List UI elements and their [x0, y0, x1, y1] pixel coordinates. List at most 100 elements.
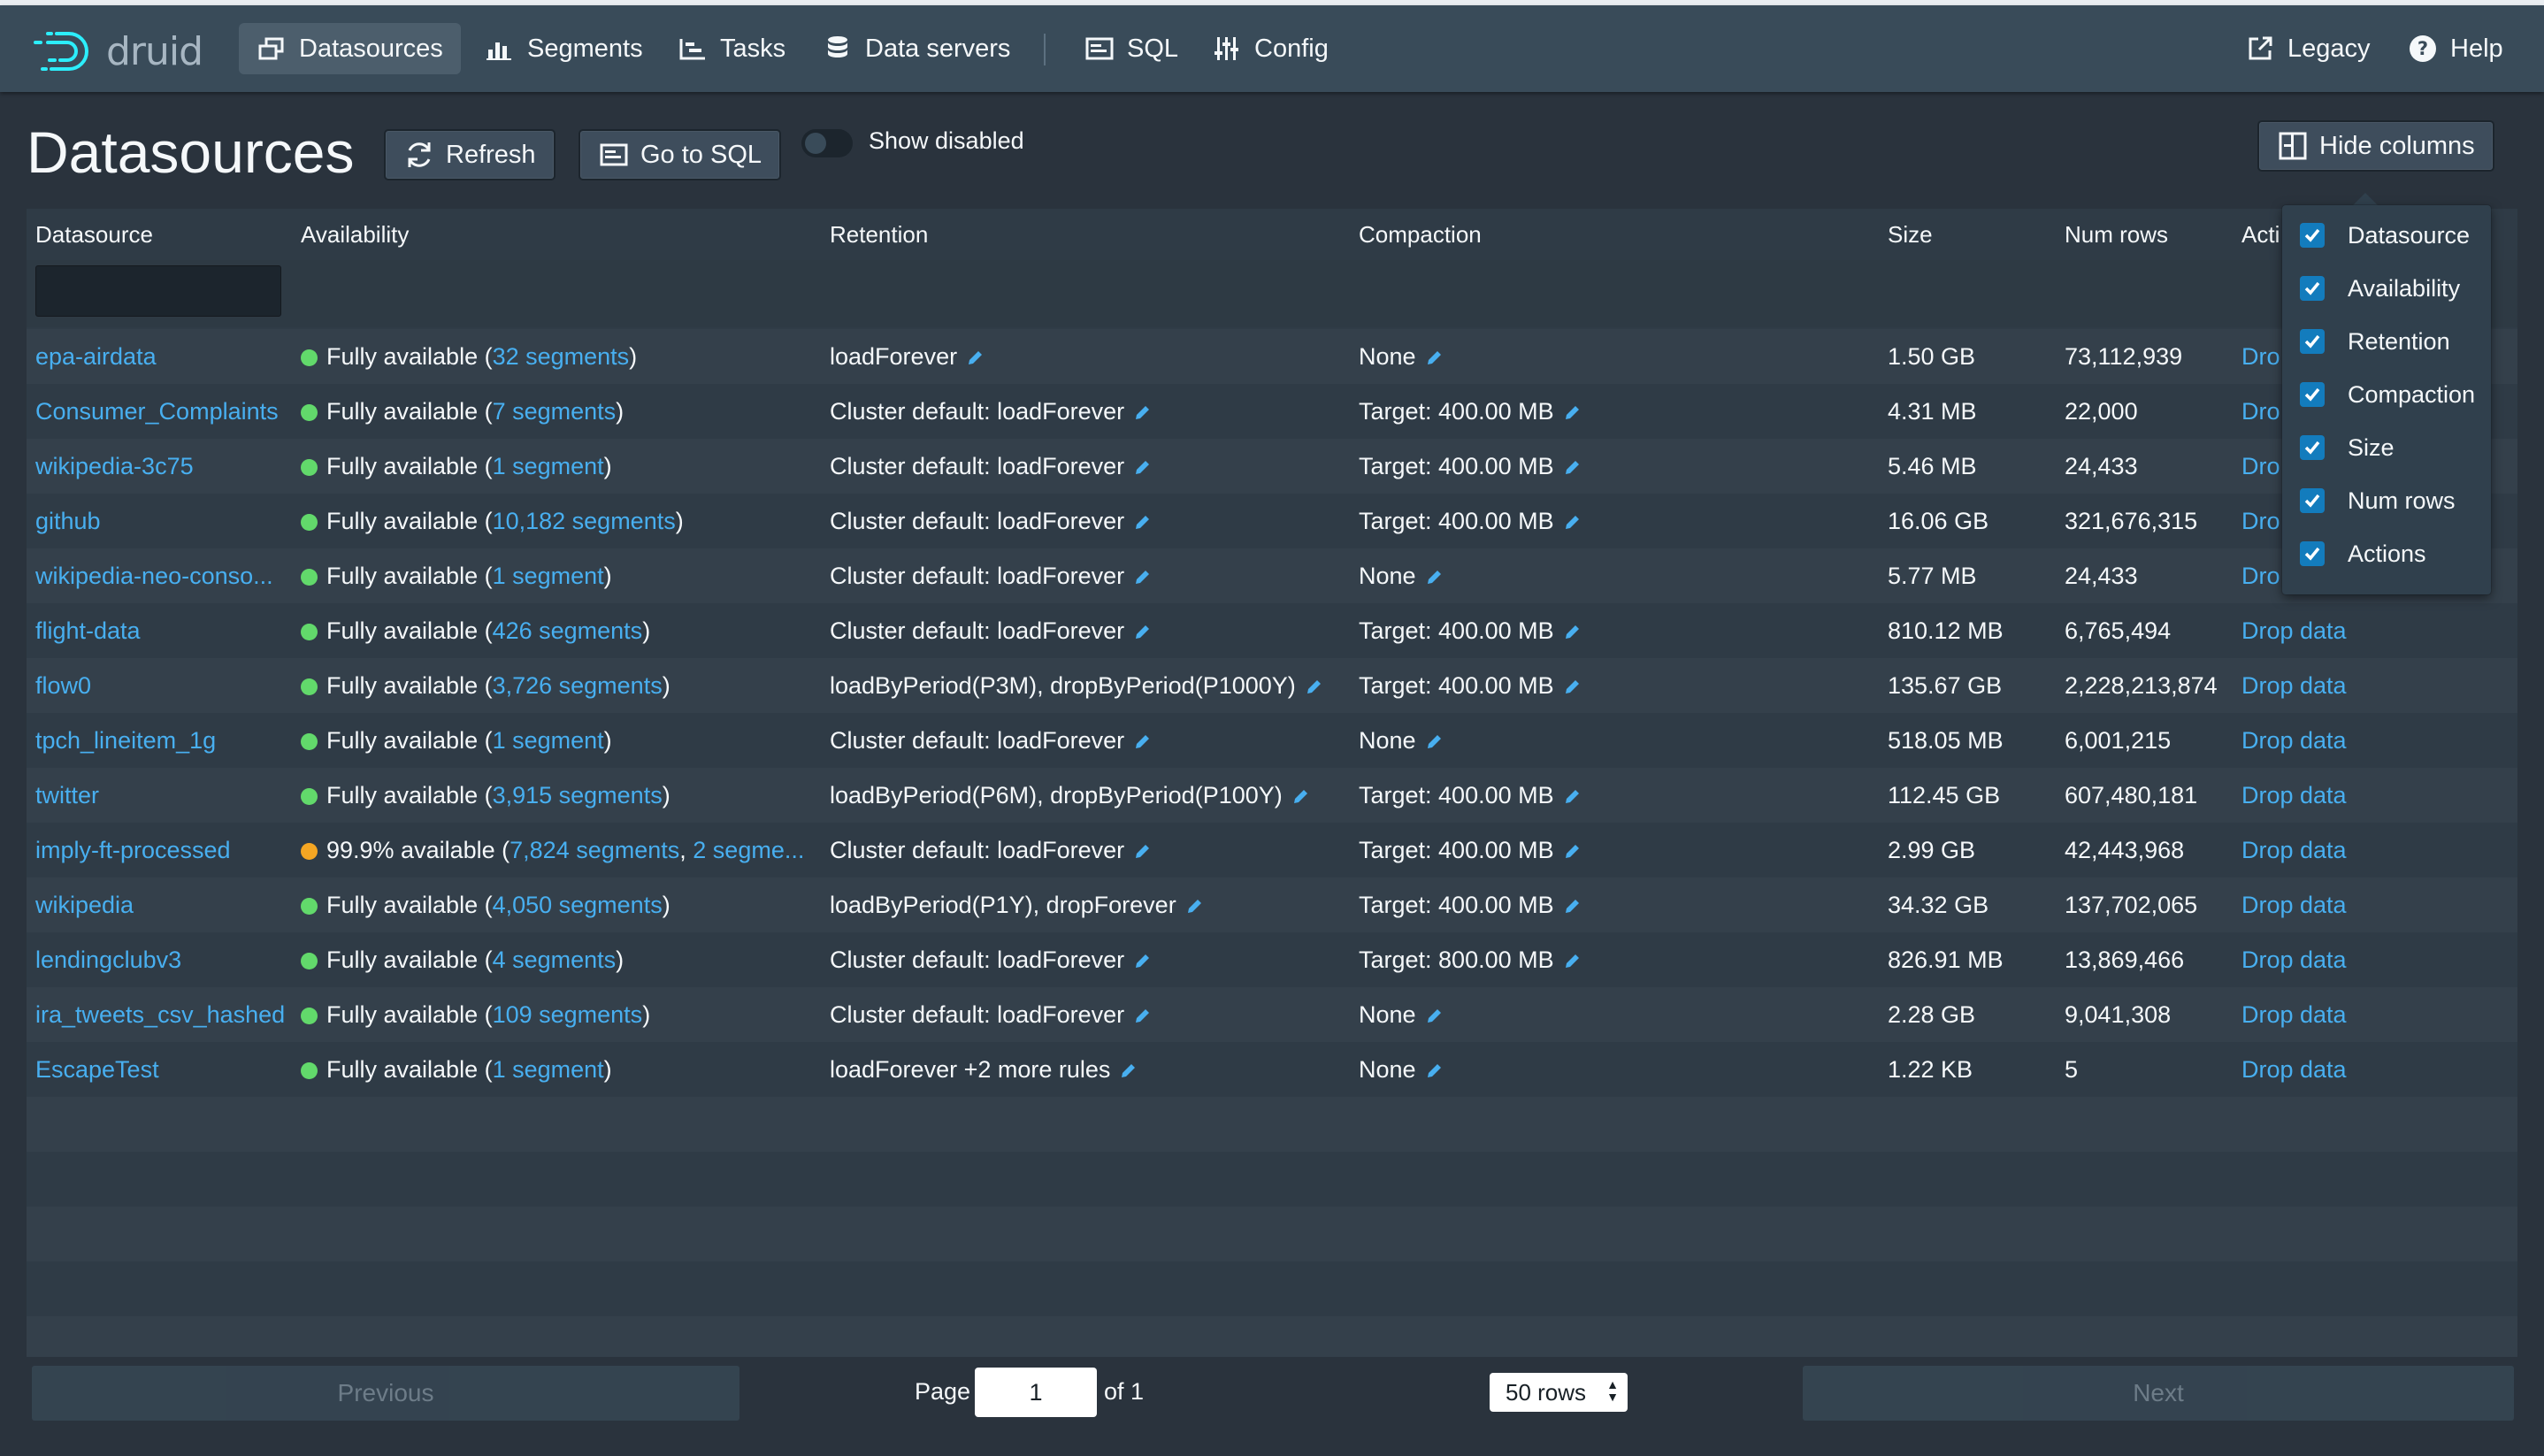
edit-pencil-icon[interactable] [1119, 1059, 1137, 1086]
datasource-name-link[interactable]: Consumer_Complaints [35, 398, 279, 425]
column-header-datasource[interactable]: Datasource [35, 221, 153, 249]
nav-sql[interactable]: SQL [1067, 23, 1196, 74]
datasource-name-link[interactable]: twitter [35, 782, 99, 808]
drop-data-link[interactable]: Dro [2241, 453, 2280, 480]
drop-data-link[interactable]: Dro [2241, 508, 2280, 535]
datasource-name-link[interactable]: ira_tweets_csv_hashed [35, 1001, 285, 1028]
nav-help[interactable]: ? Help [2390, 23, 2521, 74]
datasource-name-link[interactable]: epa-airdata [35, 343, 157, 370]
edit-pencil-icon[interactable] [1563, 839, 1581, 867]
edit-pencil-icon[interactable] [1133, 839, 1151, 867]
edit-pencil-icon[interactable] [1425, 730, 1443, 757]
edit-pencil-icon[interactable] [1305, 675, 1322, 702]
column-header-availability[interactable]: Availability [301, 221, 409, 249]
go-to-sql-button[interactable]: Go to SQL [579, 129, 782, 180]
edit-pencil-icon[interactable] [1425, 565, 1443, 593]
column-header-num-rows[interactable]: Num rows [2065, 221, 2168, 249]
drop-data-link[interactable]: Dro [2241, 563, 2280, 590]
segments-link[interactable]: 32 segments [493, 343, 630, 370]
nav-legacy[interactable]: Legacy [2227, 23, 2388, 74]
nav-tasks[interactable]: Tasks [660, 23, 803, 74]
datasource-name-link[interactable]: wikipedia-neo-conso... [35, 563, 273, 589]
edit-pencil-icon[interactable] [1563, 456, 1581, 483]
datasource-name-link[interactable]: flow0 [35, 672, 91, 699]
next-button[interactable]: Next [1803, 1366, 2514, 1421]
drop-data-link[interactable]: Drop data [2241, 837, 2347, 864]
edit-pencil-icon[interactable] [1133, 949, 1151, 977]
nav-segments[interactable]: Segments [467, 23, 661, 74]
checkbox-checked-icon[interactable] [2300, 435, 2325, 460]
datasource-name-link[interactable]: wikipedia [35, 892, 134, 918]
rows-per-page-select[interactable]: 50 rows ▲ ▼ [1490, 1373, 1628, 1412]
checkbox-checked-icon[interactable] [2300, 541, 2325, 566]
datasource-filter-input[interactable] [35, 265, 281, 317]
edit-pencil-icon[interactable] [1133, 456, 1151, 483]
checkbox-checked-icon[interactable] [2300, 223, 2325, 248]
drop-data-link[interactable]: Drop data [2241, 782, 2347, 809]
checkbox-checked-icon[interactable] [2300, 488, 2325, 513]
datasource-name-link[interactable]: tpch_lineitem_1g [35, 727, 216, 754]
edit-pencil-icon[interactable] [1133, 565, 1151, 593]
column-header-size[interactable]: Size [1888, 221, 1933, 249]
segments-link[interactable]: 7,824 segments [510, 837, 679, 863]
show-disabled-toggle[interactable] [801, 129, 853, 157]
edit-pencil-icon[interactable] [1425, 1059, 1443, 1086]
segments-link[interactable]: 1 segment [493, 453, 604, 479]
datasource-name-link[interactable]: imply-ft-processed [35, 837, 231, 863]
segments-link[interactable]: 3,726 segments [493, 672, 663, 699]
edit-pencil-icon[interactable] [1563, 510, 1581, 538]
checkbox-checked-icon[interactable] [2300, 276, 2325, 301]
segments-link[interactable]: 426 segments [493, 617, 643, 644]
refresh-button[interactable]: Refresh [384, 129, 556, 180]
drop-data-link[interactable]: Drop data [2241, 727, 2347, 755]
previous-button[interactable]: Previous [32, 1366, 739, 1421]
segments-link[interactable]: 10,182 segments [493, 508, 676, 534]
drop-data-link[interactable]: Drop data [2241, 946, 2347, 974]
edit-pencil-icon[interactable] [1133, 510, 1151, 538]
segments-link[interactable]: 4 segments [493, 946, 617, 973]
drop-data-link[interactable]: Drop data [2241, 1001, 2347, 1029]
edit-pencil-icon[interactable] [1563, 894, 1581, 922]
column-toggle-option[interactable]: Num rows [2300, 483, 2456, 518]
segments-link[interactable]: 1 segment [493, 563, 604, 589]
column-toggle-option[interactable]: Compaction [2300, 377, 2475, 412]
segments-link[interactable]: 4,050 segments [493, 892, 663, 918]
datasource-name-link[interactable]: EscapeTest [35, 1056, 159, 1083]
edit-pencil-icon[interactable] [1133, 620, 1151, 648]
datasource-name-link[interactable]: github [35, 508, 101, 534]
column-header-actions[interactable]: Acti [2241, 221, 2280, 249]
edit-pencil-icon[interactable] [1291, 785, 1309, 812]
edit-pencil-icon[interactable] [1185, 894, 1203, 922]
edit-pencil-icon[interactable] [1425, 346, 1443, 373]
nav-datasources[interactable]: Datasources [239, 23, 461, 74]
nav-data-servers[interactable]: Data servers [805, 23, 1028, 74]
column-header-compaction[interactable]: Compaction [1359, 221, 1482, 249]
edit-pencil-icon[interactable] [1563, 785, 1581, 812]
segments-link[interactable]: 1 segment [493, 1056, 604, 1083]
drop-data-link[interactable]: Drop data [2241, 617, 2347, 645]
column-toggle-option[interactable]: Actions [2300, 536, 2426, 571]
edit-pencil-icon[interactable] [966, 346, 984, 373]
edit-pencil-icon[interactable] [1563, 401, 1581, 428]
column-toggle-option[interactable]: Availability [2300, 271, 2460, 306]
edit-pencil-icon[interactable] [1133, 401, 1151, 428]
edit-pencil-icon[interactable] [1133, 1004, 1151, 1031]
druid-logo[interactable]: druid [30, 27, 203, 76]
drop-data-link[interactable]: Dro [2241, 343, 2280, 371]
segments-link[interactable]: 3,915 segments [493, 782, 663, 808]
datasource-name-link[interactable]: wikipedia-3c75 [35, 453, 194, 479]
segments-link[interactable]: 1 segment [493, 727, 604, 754]
edit-pencil-icon[interactable] [1425, 1004, 1443, 1031]
segments-link[interactable]: 109 segments [493, 1001, 643, 1028]
column-header-retention[interactable]: Retention [830, 221, 928, 249]
edit-pencil-icon[interactable] [1563, 620, 1581, 648]
page-number-input[interactable]: 1 [975, 1368, 1097, 1417]
edit-pencil-icon[interactable] [1563, 675, 1581, 702]
datasource-name-link[interactable]: flight-data [35, 617, 141, 644]
nav-config[interactable]: Config [1194, 23, 1346, 74]
drop-data-link[interactable]: Drop data [2241, 892, 2347, 919]
column-toggle-option[interactable]: Datasource [2300, 218, 2470, 253]
drop-data-link[interactable]: Drop data [2241, 672, 2347, 700]
checkbox-checked-icon[interactable] [2300, 382, 2325, 407]
edit-pencil-icon[interactable] [1133, 730, 1151, 757]
